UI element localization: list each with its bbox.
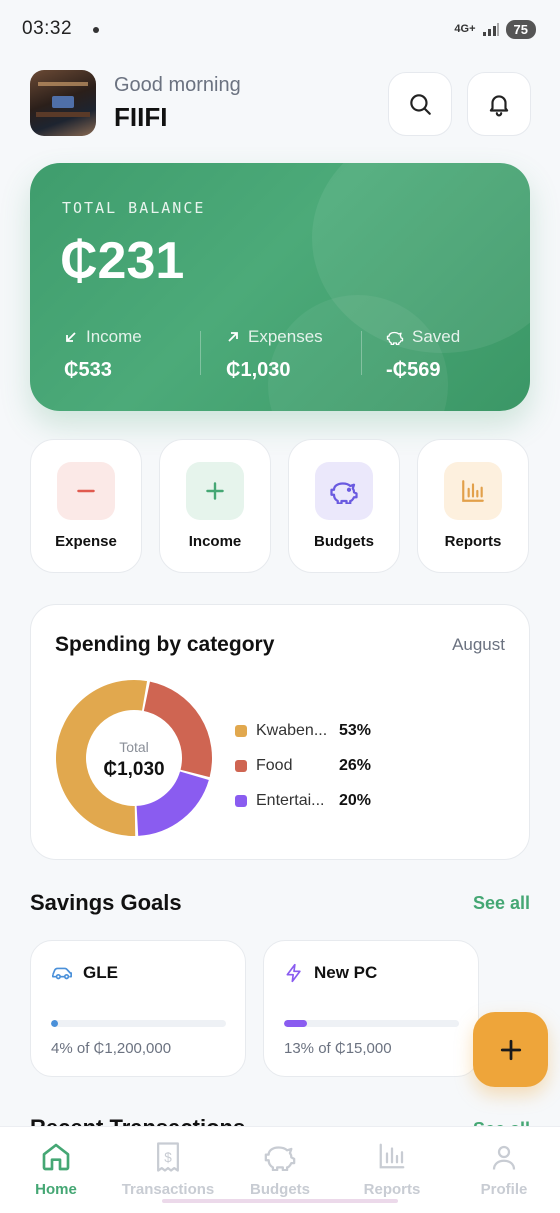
goal-progress-text: 4% of ₵1,200,000 [51,1040,172,1057]
greeting-text: Good morning [114,74,241,96]
network-type: 4G+ [454,23,476,35]
arrow-down-left-icon [66,332,76,342]
donut-total-value: ₵1,030 [103,759,164,780]
battery-level: 75 [505,19,536,39]
donut-slice-1 [56,680,148,836]
savings-goals-title: Savings Goals [30,890,182,915]
tab-label: Budgets [250,1181,310,1198]
plus-icon [206,482,224,500]
income-stat: Income ₵533 [64,327,142,382]
spending-legend: Kwaben... 53% Food 26% Entertai... 20% [235,713,371,818]
goal-progress-bar [284,1020,459,1027]
expenses-stat: Expenses ₵1,030 [226,327,323,382]
saved-value: -₵569 [386,359,441,381]
goal-name: GLE [83,963,118,982]
status-bar: 03:32 4G+ 75 [0,0,560,58]
piggy-bank-icon [330,482,358,504]
income-value: ₵533 [64,359,112,381]
lightning-icon [286,963,301,983]
receipt-icon: $ [157,1142,179,1172]
expenses-value: ₵1,030 [226,359,291,381]
legend-item-pct: 26% [339,756,372,774]
piggy-bank-icon [386,331,404,345]
status-time: 03:32 [22,18,73,39]
search-icon [410,94,431,115]
income-label: Income [86,327,142,346]
search-button[interactable] [388,72,452,136]
donut-total-label: Total [119,739,149,755]
tab-label: Home [35,1181,77,1198]
status-icons: 4G+ 75 [454,19,536,39]
add-transaction-button[interactable] [473,1012,548,1087]
spending-title: Spending by category [55,633,275,656]
balance-label: TOTAL BALANCE [62,199,206,217]
goal-name: New PC [314,963,378,982]
car-icon [52,967,72,980]
savings-see-all-link[interactable]: See all [473,893,530,914]
tab-label: Reports [363,1181,421,1198]
goal-progress-bar [51,1020,226,1027]
reports-action[interactable]: Reports [417,439,529,573]
legend-item-pct: 20% [339,791,372,809]
avatar[interactable] [30,70,96,136]
header: Good morning FIIFI [30,70,531,136]
expense-action-label: Expense [55,533,117,550]
income-action[interactable]: Income [159,439,271,573]
balance-amount: ₵231 [60,232,185,290]
legend-item-name: Entertai... [256,791,325,809]
income-action-label: Income [188,533,242,550]
bell-icon [489,95,509,117]
notification-dot [92,26,99,33]
budgets-action[interactable]: Budgets [288,439,400,573]
notifications-button[interactable] [467,72,531,136]
donut-slice-3 [135,770,209,836]
svg-text:$: $ [164,1150,172,1165]
legend-item: Entertai... 20% [235,783,371,818]
legend-item: Food 26% [235,748,371,783]
home-indicator [162,1199,398,1203]
goal-card-gle[interactable]: GLE 4% of ₵1,200,000 [30,940,246,1077]
spending-card[interactable]: Spending by category August Total ₵1,030… [30,604,530,860]
reports-action-label: Reports [444,533,502,550]
piggy-bank-icon [264,1146,296,1171]
expenses-label: Expenses [248,327,323,346]
goal-card-new-pc[interactable]: New PC 13% of ₵15,000 [263,940,479,1077]
minus-icon [77,489,95,493]
legend-item-name: Kwaben... [256,721,328,739]
signal-icon [482,23,499,36]
recent-transactions-title: Recent Transactions [30,1108,245,1126]
bar-chart-icon [379,1143,405,1169]
goal-progress-text: 13% of ₵15,000 [284,1040,392,1057]
saved-label: Saved [412,327,461,346]
legend-item: Kwaben... 53% [235,713,371,748]
tab-home[interactable]: Home [0,1127,112,1213]
month-selector[interactable]: August [452,635,505,655]
bar-chart-icon [462,480,484,502]
balance-card[interactable]: TOTAL BALANCE ₵231 Income ₵533 Expenses … [30,163,530,411]
legend-item-name: Food [256,756,293,774]
user-name: FIIFI [114,102,168,132]
saved-stat: Saved -₵569 [386,327,460,382]
tab-label: Profile [480,1181,528,1198]
spending-donut-chart: Total ₵1,030 [56,680,212,836]
arrow-up-right-icon [228,332,238,342]
budgets-action-label: Budgets [314,533,374,550]
recent-see-all-link[interactable]: See all [473,1112,530,1126]
plus-icon [500,1039,521,1060]
legend-item-pct: 53% [339,721,372,739]
tab-label: Transactions [121,1181,215,1198]
home-icon [42,1143,70,1171]
tab-profile[interactable]: Profile [448,1127,560,1213]
user-icon [492,1145,516,1170]
expense-action[interactable]: Expense [30,439,142,573]
